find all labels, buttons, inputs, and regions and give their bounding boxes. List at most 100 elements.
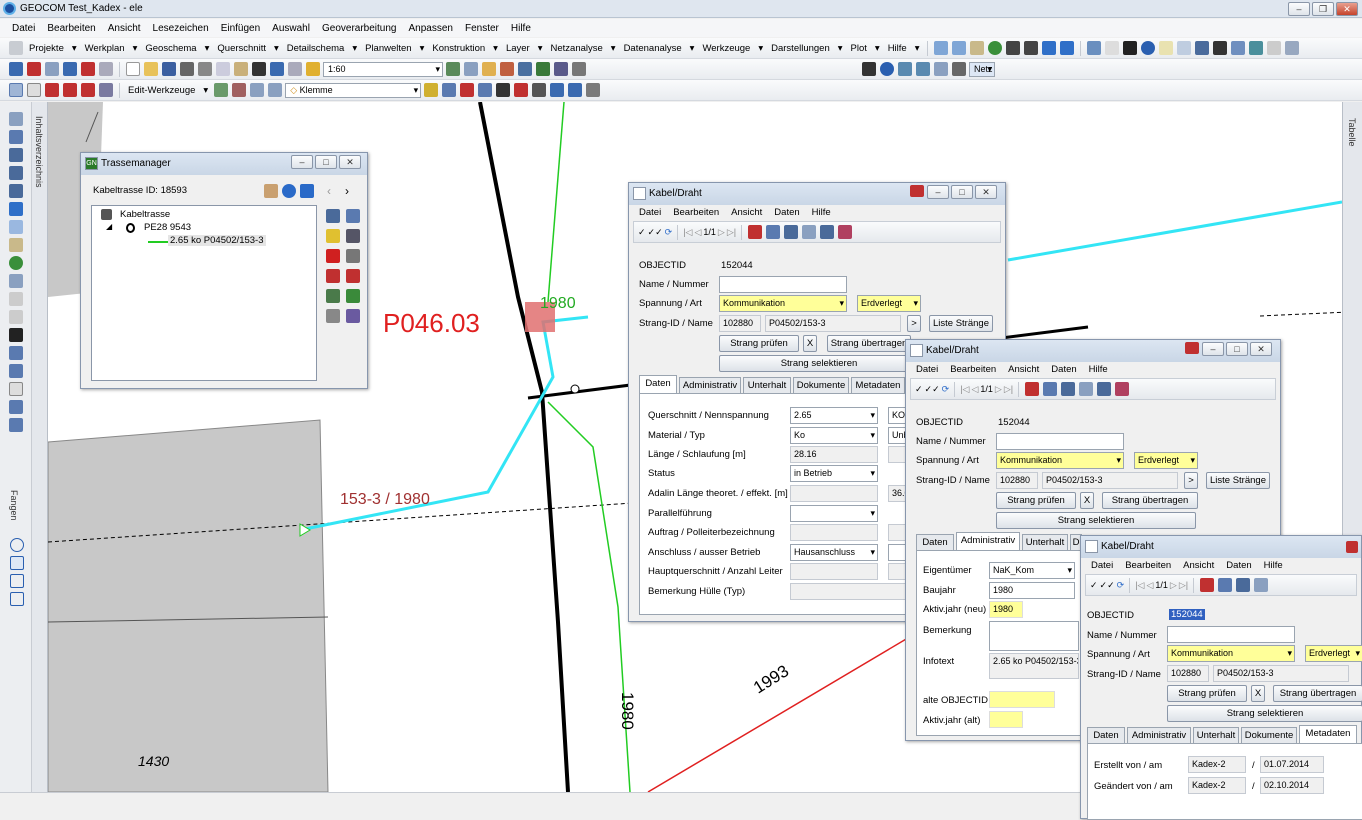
perpendicular-icon[interactable] xyxy=(532,83,547,97)
k2-pruefen-button[interactable]: Strang prüfen xyxy=(996,492,1076,509)
tb-netzanalyse[interactable]: Netzanalyse xyxy=(548,43,606,54)
k1-pin-icon[interactable] xyxy=(910,185,924,197)
tb-plot[interactable]: Plot xyxy=(848,43,870,54)
k1-f5-value1[interactable] xyxy=(790,505,878,522)
k3-pan-to-icon[interactable] xyxy=(1218,578,1233,592)
k3-menu-hilfe[interactable]: Hilfe xyxy=(1258,560,1289,571)
viewer-icon[interactable] xyxy=(1285,41,1300,55)
k1-menu-hilfe[interactable]: Hilfe xyxy=(806,207,837,218)
toc-icon[interactable] xyxy=(464,62,478,76)
binoculars-icon[interactable] xyxy=(862,62,876,76)
snap-vertex-icon[interactable] xyxy=(10,574,24,588)
k2-flash-icon[interactable] xyxy=(1025,382,1040,396)
k3-tab-dokumente[interactable]: Dokumente xyxy=(1241,727,1297,743)
k3-last-icon[interactable]: ▷| xyxy=(1179,580,1188,591)
k3-tab-daten[interactable]: Daten xyxy=(1087,727,1125,743)
copy-trasse-icon[interactable] xyxy=(326,309,340,323)
k1-report-icon[interactable] xyxy=(838,225,853,239)
k2-pan-to-icon[interactable] xyxy=(1043,382,1058,396)
k2-check-icon[interactable]: ✓ xyxy=(915,384,923,395)
line-tool-icon[interactable] xyxy=(442,83,457,97)
k2-more-button[interactable]: > xyxy=(1184,472,1198,489)
k2-tab-daten[interactable]: Daten xyxy=(916,534,954,550)
bulb-icon[interactable] xyxy=(326,229,340,243)
forward-arrow-icon[interactable] xyxy=(1060,41,1075,55)
k2-uebertragen-button[interactable]: Strang übertragen xyxy=(1102,492,1198,509)
k1-f0-value1[interactable]: 2.65 xyxy=(790,407,878,424)
tb-planwelten[interactable]: Planwelten xyxy=(362,43,414,54)
tb-hilfe[interactable]: Hilfe xyxy=(885,43,910,54)
copy-icon[interactable] xyxy=(216,62,230,76)
select-edit-icon[interactable] xyxy=(9,346,23,360)
k2-refresh-icon[interactable]: ⟳ xyxy=(942,384,950,395)
continue-icon[interactable] xyxy=(568,83,583,97)
zoom-layer-icon[interactable] xyxy=(9,274,23,288)
k1-menu-ansicht[interactable]: Ansicht xyxy=(725,207,768,218)
whats-this-icon[interactable] xyxy=(572,62,586,76)
k3-menu-daten[interactable]: Daten xyxy=(1220,560,1257,571)
fixed-zoom-out-icon[interactable] xyxy=(1024,41,1039,55)
k2-first-icon[interactable]: |◁ xyxy=(960,384,969,395)
k1-tab-daten[interactable]: Daten xyxy=(639,375,677,393)
connectivity-icon[interactable] xyxy=(916,62,930,76)
select-box-icon[interactable] xyxy=(9,292,23,306)
delete-icon[interactable] xyxy=(252,62,266,76)
k2-minimize-button[interactable]: – xyxy=(1202,342,1224,356)
play-icon[interactable] xyxy=(496,83,511,97)
magnifier-window-icon[interactable] xyxy=(9,418,23,432)
new-document-icon[interactable] xyxy=(126,62,140,76)
full-extent-icon[interactable] xyxy=(9,256,23,270)
next-icon[interactable]: › xyxy=(345,184,349,198)
k1-more-button[interactable]: > xyxy=(907,315,921,332)
cross-tool-icon[interactable] xyxy=(514,83,529,97)
snap-point-icon[interactable] xyxy=(10,538,24,552)
k1-view-icon[interactable] xyxy=(820,225,835,239)
envelope-icon[interactable] xyxy=(27,83,41,97)
snap-end-icon[interactable] xyxy=(10,556,24,570)
save-icon[interactable] xyxy=(162,62,176,76)
k1-f1-value1[interactable]: Ko xyxy=(790,427,878,444)
table-edit-icon[interactable] xyxy=(268,83,283,97)
k1-select-icon[interactable] xyxy=(802,225,817,239)
k2-aktiv-alt-input[interactable] xyxy=(989,711,1023,728)
tb-datenanalyse[interactable]: Datenanalyse xyxy=(621,43,685,54)
k2-baujahr-input[interactable]: 1980 xyxy=(989,582,1075,599)
k1-name-input[interactable] xyxy=(719,276,847,293)
k2-alte-objectid-input[interactable] xyxy=(989,691,1055,708)
k3-spannung-select[interactable]: Kommunikation xyxy=(1167,645,1295,662)
k3-prev-icon[interactable]: ◁ xyxy=(1146,580,1153,591)
measure-icon[interactable] xyxy=(1195,41,1210,55)
k1-last-icon[interactable]: ▷| xyxy=(727,227,736,238)
model-builder-icon[interactable] xyxy=(554,62,568,76)
zoom-in-icon[interactable] xyxy=(934,41,949,55)
k1-check-all-icon[interactable]: ✓✓ xyxy=(648,227,663,238)
paste-icon[interactable] xyxy=(234,62,248,76)
k2-pin-icon[interactable] xyxy=(1185,342,1199,354)
pan-side-icon[interactable] xyxy=(9,238,23,252)
cross-arrow-icon[interactable] xyxy=(9,130,23,144)
k3-menu-ansicht[interactable]: Ansicht xyxy=(1177,560,1220,571)
k3-name-input[interactable] xyxy=(1167,626,1295,643)
prev-icon[interactable]: ‹ xyxy=(327,184,331,198)
k1-menu-datei[interactable]: Datei xyxy=(633,207,667,218)
k1-refresh-icon[interactable]: ⟳ xyxy=(665,227,673,238)
back-arrow-icon[interactable] xyxy=(1042,41,1057,55)
k3-objectid-value[interactable]: 152044 xyxy=(1169,609,1205,620)
cut-icon[interactable] xyxy=(198,62,212,76)
report-icon[interactable] xyxy=(952,62,966,76)
attribute-transfer-icon[interactable] xyxy=(214,83,229,97)
clear-selection-icon[interactable] xyxy=(1105,41,1120,55)
menu-hilfe[interactable]: Hilfe xyxy=(505,23,537,34)
python-icon[interactable] xyxy=(536,62,550,76)
k2-zoom-icon[interactable] xyxy=(1061,382,1076,396)
k3-pin-icon[interactable] xyxy=(1346,541,1358,553)
trim-icon[interactable] xyxy=(586,83,601,97)
select-features-icon[interactable] xyxy=(1087,41,1102,55)
k2-liste-button[interactable]: Liste Stränge xyxy=(1206,472,1270,489)
k2-menu-ansicht[interactable]: Ansicht xyxy=(1002,364,1045,375)
restore-button[interactable]: ❐ xyxy=(1312,2,1334,16)
tb-konstruktion[interactable]: Konstruktion xyxy=(429,43,488,54)
tree-item-cable[interactable]: 2.65 ko P04502/153-3 xyxy=(168,235,266,246)
editor-toolbar-icon[interactable] xyxy=(446,62,460,76)
pointer-icon[interactable] xyxy=(1123,41,1138,55)
